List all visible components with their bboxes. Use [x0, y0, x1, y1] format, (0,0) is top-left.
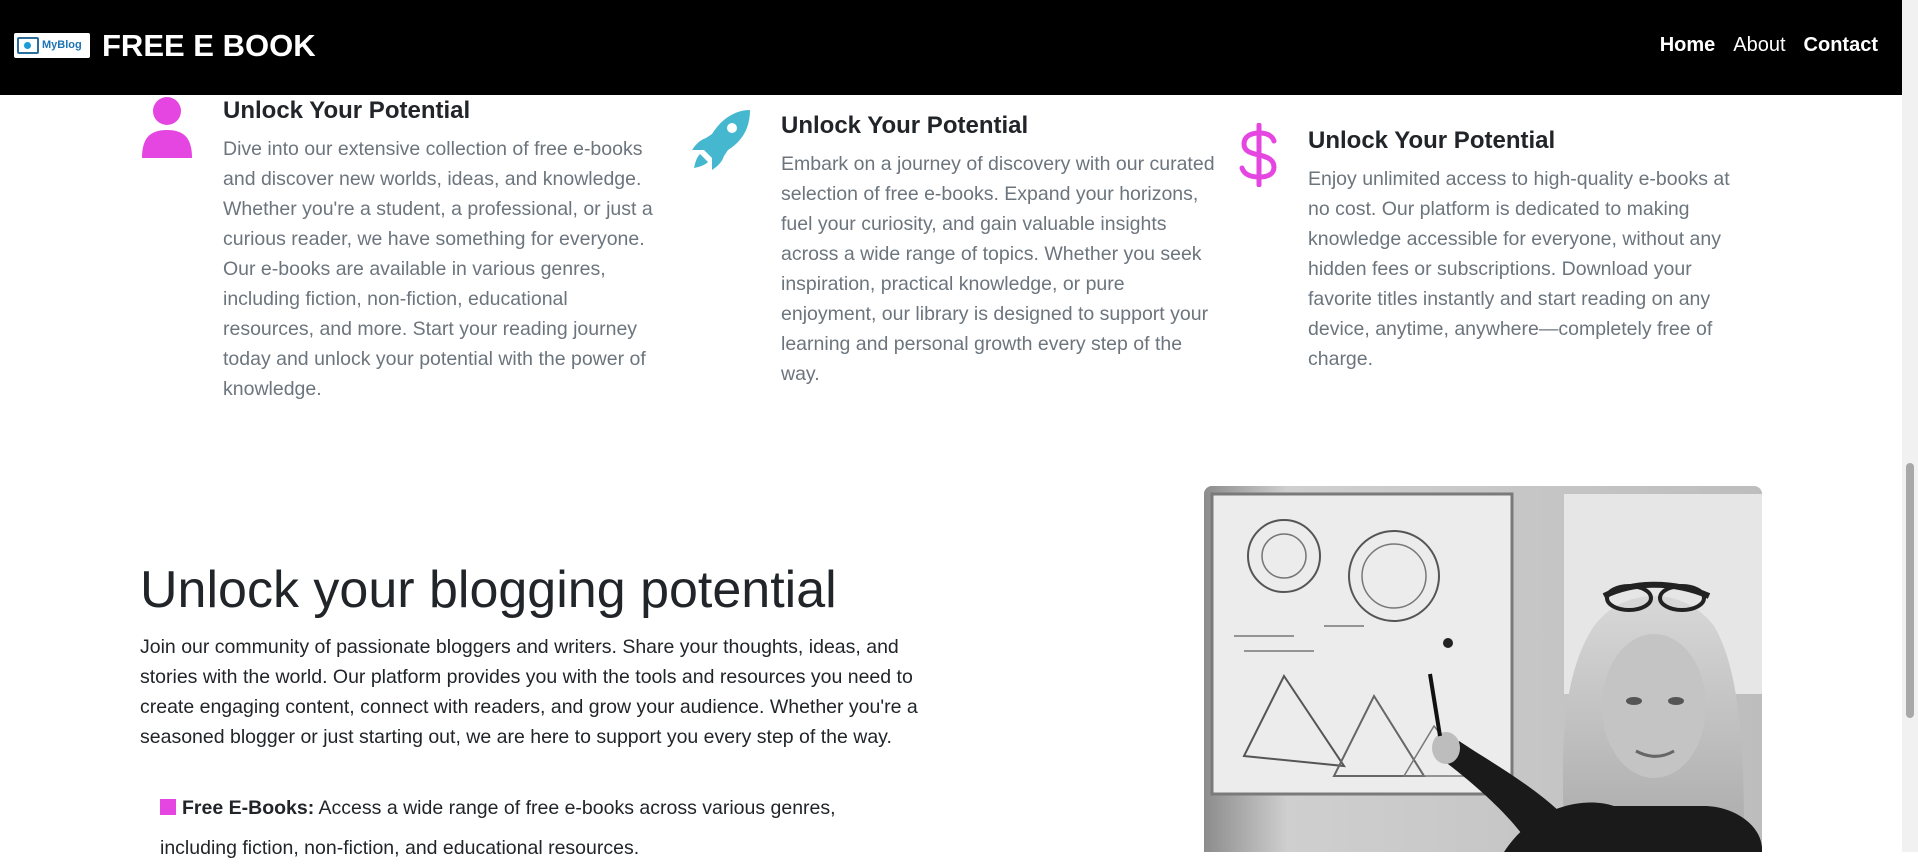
rocket-icon — [690, 108, 752, 177]
user-icon — [140, 96, 194, 163]
feature-title: Unlock Your Potential — [1308, 127, 1556, 154]
bullet-square-icon — [160, 799, 176, 815]
nav-contact-link[interactable]: Contact — [1804, 33, 1878, 57]
logo-text: MyBlog — [42, 39, 82, 51]
feature-card: Unlock Your Potential Enjoy unlimited ac… — [1308, 126, 1748, 374]
scrollbar-thumb[interactable] — [1906, 463, 1914, 718]
feature-text: Dive into our extensive collection of fr… — [223, 138, 653, 400]
blog-section-description: Join our community of passionate blogger… — [140, 636, 918, 748]
navbar: MyBlog FREE E BOOK Home About Contact — [0, 0, 1902, 95]
main-nav: Home About Contact — [1660, 33, 1878, 57]
page-scrollbar[interactable] — [1902, 0, 1918, 852]
list-item-label: Free E-Books: — [182, 797, 315, 819]
feature-text: Embark on a journey of discovery with ou… — [781, 153, 1215, 385]
nav-home-link[interactable]: Home — [1660, 33, 1716, 57]
blog-section-heading: Unlock your blogging potential — [140, 561, 837, 619]
feature-title: Unlock Your Potential — [223, 97, 471, 124]
site-title[interactable]: FREE E BOOK — [102, 28, 316, 64]
nav-about-link[interactable]: About — [1733, 33, 1785, 57]
laptop-logo-icon — [17, 37, 39, 54]
list-item: Free E-Books: Access a wide range of fre… — [160, 788, 880, 868]
teacher-photo — [1204, 486, 1762, 852]
feature-card: Unlock Your Potential Dive into our exte… — [223, 96, 663, 404]
feature-card: Unlock Your Potential Embark on a journe… — [781, 111, 1221, 389]
feature-text: Enjoy unlimited access to high-quality e… — [1308, 168, 1730, 370]
dollar-icon — [1238, 122, 1280, 192]
site-logo[interactable]: MyBlog — [14, 33, 90, 58]
feature-title: Unlock Your Potential — [781, 112, 1029, 139]
